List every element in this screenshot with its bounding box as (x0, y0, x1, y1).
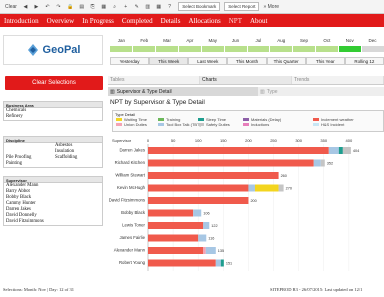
bar-segment (193, 209, 202, 217)
bar-segment (148, 259, 216, 267)
bar-segment (342, 147, 351, 154)
data-label: 404 (353, 149, 359, 153)
bar-segment (148, 184, 249, 192)
category-label: Darren Jakes (119, 148, 145, 153)
category-label: William Stewart (115, 173, 145, 178)
data-label: 151 (226, 262, 232, 266)
bar-segment (313, 159, 321, 167)
data-label: 135 (218, 249, 224, 253)
data-label: 352 (327, 162, 333, 166)
x-tick-label: 0 (147, 138, 150, 143)
x-tick-label: 150 (220, 138, 227, 143)
x-tick-label: 50 (171, 138, 176, 143)
bar-segment (148, 147, 329, 154)
bar-segment (254, 184, 279, 192)
category-label: David Fitzsimmons (109, 198, 145, 203)
x-tick-label: 100 (195, 138, 202, 143)
bar-segment (205, 247, 216, 254)
bar-segment (328, 147, 339, 154)
x-tick-label: 400 (346, 138, 353, 143)
bar-segment (203, 247, 206, 254)
y-axis-label: Supervisor (112, 138, 132, 143)
category-label: Kevin McHugh (117, 185, 146, 190)
data-label: 116 (208, 237, 214, 241)
category-label: Richard Kitchen (115, 160, 146, 165)
bar-segment (148, 247, 204, 254)
bar-segment (248, 184, 255, 192)
category-label: Robert Young (119, 260, 146, 265)
bar-segment (338, 147, 343, 154)
bar-segment (220, 259, 224, 267)
data-label: 270 (286, 187, 292, 191)
x-tick-label: 250 (270, 138, 277, 143)
category-label: James Fairlie (119, 235, 145, 240)
data-label: 260 (281, 174, 287, 178)
category-label: Lewis Toner (122, 223, 145, 228)
bar-segment (203, 222, 210, 229)
bar-segment (148, 209, 194, 217)
x-tick-label: 200 (245, 138, 252, 143)
category-label: Bobby Black (121, 210, 146, 215)
bar-segment (278, 184, 284, 192)
data-label: 122 (211, 224, 217, 228)
bar-segment (148, 197, 249, 204)
data-label: 200 (250, 199, 256, 203)
x-tick-label: 350 (320, 138, 327, 143)
bar-segment (320, 159, 325, 167)
bar-segment (215, 259, 221, 267)
bar-segment (148, 172, 279, 179)
selection-status: Selections: Month: Nov | Day: 12 of 31 (3, 287, 75, 292)
data-label: 106 (203, 212, 209, 216)
bar-segment (198, 234, 207, 242)
x-tick-label: 300 (295, 138, 302, 143)
npt-bar-chart: Supervisor 0 50 100 150 200 250 300 350 400 Darren… (109, 138, 359, 271)
app-status: SITEPROD R3 - 26/07/2015: Last updated o… (270, 287, 363, 292)
bar-segment (148, 222, 204, 229)
bar-segment (148, 234, 199, 242)
category-label: Alexander Mann (114, 248, 146, 253)
bar-segment (148, 159, 314, 167)
